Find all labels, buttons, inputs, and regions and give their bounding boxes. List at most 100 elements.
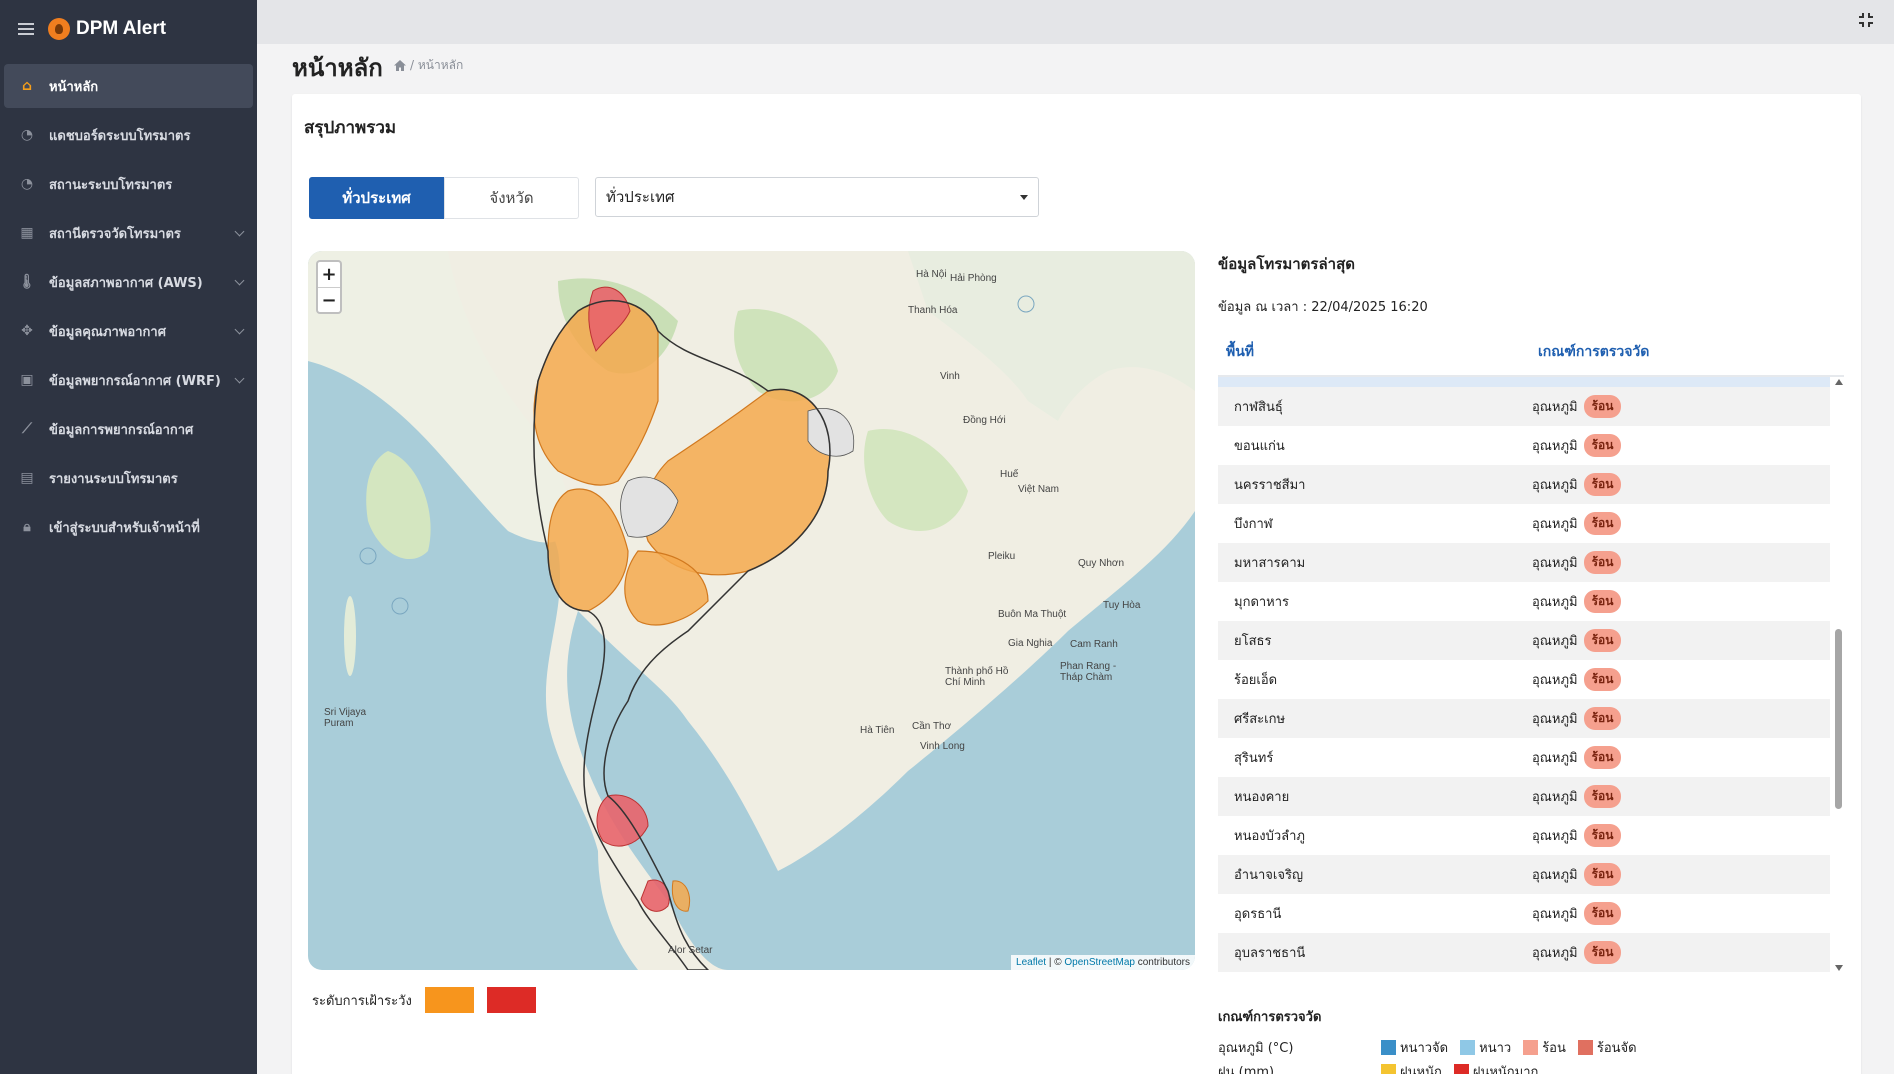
- scroll-down-icon[interactable]: [1835, 965, 1843, 971]
- sidebar-item-label: สถานะระบบโทรมาตร: [49, 177, 173, 193]
- criteria-item-label: ฝนหนัก: [1400, 1064, 1442, 1074]
- table-row[interactable]: หนองบัวลำภู อุณหภูมิ ร้อน: [1218, 816, 1830, 855]
- table-row[interactable]: ศรีสะเกษ อุณหภูมิ ร้อน: [1218, 699, 1830, 738]
- row-criteria: อุณหภูมิ ร้อน: [1532, 512, 1622, 535]
- brand-link[interactable]: DPM Alert: [48, 18, 166, 40]
- table-row[interactable]: สุรินทร์ อุณหภูมิ ร้อน: [1218, 738, 1830, 777]
- table-row[interactable]: มุกดาหาร อุณหภูมิ ร้อน: [1218, 582, 1830, 621]
- criteria-title: เกณฑ์การตรวจวัด: [1218, 1010, 1322, 1025]
- tab-nationwide[interactable]: ทั่วประเทศ: [309, 177, 444, 219]
- sidebar-item-3[interactable]: ▦ สถานีตรวจวัดโทรมาตร: [4, 211, 253, 255]
- region-select-value: ทั่วประเทศ: [606, 188, 675, 206]
- table-row[interactable]: กาฬสินธุ์ อุณหภูมิ ร้อน: [1218, 387, 1830, 426]
- status-badge: ร้อน: [1583, 590, 1622, 613]
- chevron-down-icon: [234, 226, 245, 236]
- row-criteria: อุณหภูมิ ร้อน: [1532, 395, 1622, 418]
- legend-swatch-orange: [424, 987, 474, 1013]
- table-row[interactable]: หนองคาย อุณหภูมิ ร้อน: [1218, 777, 1830, 816]
- criteria-temp-label: อุณหภูมิ (°C): [1218, 1040, 1294, 1056]
- col-criteria[interactable]: เกณฑ์การตรวจวัด: [1538, 341, 1649, 363]
- panel-timestamp: ข้อมูล ณ เวลา : 22/04/2025 16:20: [1218, 300, 1428, 315]
- row-area: ร้อยเอ็ด: [1234, 673, 1278, 688]
- alert-map[interactable]: Hà Nội Hải Phòng Thanh Hóa Vinh Đồng Hới…: [308, 251, 1195, 970]
- sidebar-item-2[interactable]: ◔ สถานะระบบโทรมาตร: [4, 162, 253, 206]
- leaflet-link[interactable]: Leaflet: [1016, 957, 1046, 968]
- table-row[interactable]: บึงกาฬ อุณหภูมิ ร้อน: [1218, 504, 1830, 543]
- island-ring-1: [359, 547, 377, 565]
- row-metric: อุณหภูมิ: [1532, 439, 1578, 454]
- island-ring-2: [391, 597, 409, 615]
- map-label-buon-ma-thuot: Buôn Ma Thuột: [998, 609, 1067, 620]
- sidebar-item-4[interactable]: 🌡︎ ข้อมูลสภาพอากาศ (AWS): [4, 260, 253, 304]
- table-row[interactable]: อำนาจเจริญ อุณหภูมิ ร้อน: [1218, 855, 1830, 894]
- table-row[interactable]: อุดรธานี อุณหภูมิ ร้อน: [1218, 894, 1830, 933]
- sidebar-item-label: ข้อมูลการพยากรณ์อากาศ: [49, 422, 194, 438]
- row-criteria: อุณหภูมิ ร้อน: [1532, 707, 1622, 730]
- row-metric: อุณหภูมิ: [1532, 790, 1578, 805]
- province-south-orange[interactable]: [671, 880, 691, 912]
- map-label-ha-tien: Hà Tiên: [860, 725, 895, 736]
- sidebar-item-5[interactable]: ✥ ข้อมูลคุณภาพอากาศ: [4, 309, 253, 353]
- home-icon[interactable]: [394, 60, 406, 71]
- row-area: มุกดาหาร: [1234, 595, 1290, 610]
- status-badge: ร้อน: [1583, 551, 1622, 574]
- table-row[interactable]: นครราชสีมา อุณหภูมิ ร้อน: [1218, 465, 1830, 504]
- row-criteria: อุณหภูมิ ร้อน: [1532, 473, 1622, 496]
- col-area[interactable]: พื้นที่: [1218, 341, 1538, 363]
- sidebar-item-1[interactable]: ◔ แดชบอร์ดระบบโทรมาตร: [4, 113, 253, 157]
- sidebar-item-7[interactable]: ⟋ ข้อมูลการพยากรณ์อากาศ: [4, 407, 253, 451]
- row-metric: อุณหภูมิ: [1532, 400, 1578, 415]
- image-icon: ▣: [20, 372, 34, 388]
- map-label-cam-ranh: Cam Ranh: [1070, 639, 1118, 650]
- menu-toggle-icon[interactable]: [18, 23, 34, 35]
- row-area: ขอนแก่น: [1234, 439, 1285, 454]
- table-row[interactable]: ร้อยเอ็ด อุณหภูมิ ร้อน: [1218, 660, 1830, 699]
- region-select[interactable]: ทั่วประเทศ: [595, 177, 1039, 217]
- table-row[interactable]: อุบลราชธานี อุณหภูมิ ร้อน: [1218, 933, 1830, 972]
- row-area: กาฬสินธุ์: [1234, 400, 1283, 415]
- table-scrollbar[interactable]: [1833, 375, 1844, 975]
- sidebar-item-label: แดชบอร์ดระบบโทรมาตร: [49, 128, 191, 144]
- status-badge: ร้อน: [1583, 785, 1622, 808]
- criteria-swatch: [1381, 1039, 1396, 1055]
- row-area: หนองคาย: [1234, 790, 1290, 805]
- osm-link[interactable]: OpenStreetMap: [1064, 957, 1135, 968]
- map-label-ho-chi-minh: Thành phố Hồ Chí Minh: [945, 666, 1009, 688]
- scroll-up-icon[interactable]: [1835, 379, 1843, 385]
- home-icon: ⌂: [21, 78, 33, 94]
- tab-province[interactable]: จังหวัด: [444, 177, 579, 219]
- sidebar-item-6[interactable]: ▣ ข้อมูลพยากรณ์อากาศ (WRF): [4, 358, 253, 402]
- row-area: อุดรธานี: [1234, 907, 1282, 922]
- fullscreen-exit-icon[interactable]: [1858, 12, 1874, 28]
- row-metric: อุณหภูมิ: [1532, 634, 1578, 649]
- scroll-thumb[interactable]: [1835, 629, 1842, 809]
- sidebar-item-9[interactable]: 🔒︎ เข้าสู่ระบบสำหรับเจ้าหน้าที่: [4, 505, 253, 549]
- table-row[interactable]: มหาสารคาม อุณหภูมิ ร้อน: [1218, 543, 1830, 582]
- fan-icon: ✥: [21, 323, 33, 339]
- table-row[interactable]: ยโสธร อุณหภูมิ ร้อน: [1218, 621, 1830, 660]
- sidebar-item-8[interactable]: ▤ รายงานระบบโทรมาตร: [4, 456, 253, 500]
- row-criteria: อุณหภูมิ ร้อน: [1532, 902, 1622, 925]
- row-area: ยโสธร: [1234, 634, 1272, 649]
- table-row[interactable]: ขอนแก่น อุณหภูมิ ร้อน: [1218, 426, 1830, 465]
- map-attribution: Leaflet | © OpenStreetMap contributors: [1011, 955, 1195, 970]
- map-label-sri-vijaya: Sri Vijaya Puram: [324, 707, 367, 729]
- row-metric: อุณหภูมิ: [1532, 712, 1578, 727]
- row-criteria: อุณหภูมิ ร้อน: [1532, 824, 1622, 847]
- row-criteria: อุณหภูมิ ร้อน: [1532, 629, 1622, 652]
- zoom-out-button[interactable]: −: [318, 287, 340, 312]
- chevron-down-icon: [234, 324, 245, 334]
- app-title: DPM Alert: [76, 18, 167, 39]
- row-area: สุรินทร์: [1234, 751, 1274, 766]
- sidebar-item-0[interactable]: ⌂ หน้าหลัก: [4, 64, 253, 108]
- page-title: หน้าหลัก: [292, 54, 383, 82]
- zoom-in-button[interactable]: +: [318, 262, 340, 287]
- table-body[interactable]: กาฬสินธุ์ อุณหภูมิ ร้อน ขอนแก่น อุณหภูมิ ร้อน…: [1218, 375, 1844, 975]
- criteria-rain-label: ฝน (mm): [1218, 1064, 1275, 1074]
- row-area: ศรีสะเกษ: [1234, 712, 1286, 727]
- scope-tabs: ทั่วประเทศ จังหวัด: [309, 177, 579, 219]
- criteria-temperature: อุณหภูมิ (°C) หนาวจัด หนาว ร้อน ร้อนจัด: [1218, 1035, 1844, 1059]
- sidebar-item-label: รายงานระบบโทรมาตร: [49, 471, 178, 487]
- sidebar-item-label: สถานีตรวจวัดโทรมาตร: [49, 226, 181, 242]
- breadcrumb: / หน้าหลัก: [394, 56, 463, 75]
